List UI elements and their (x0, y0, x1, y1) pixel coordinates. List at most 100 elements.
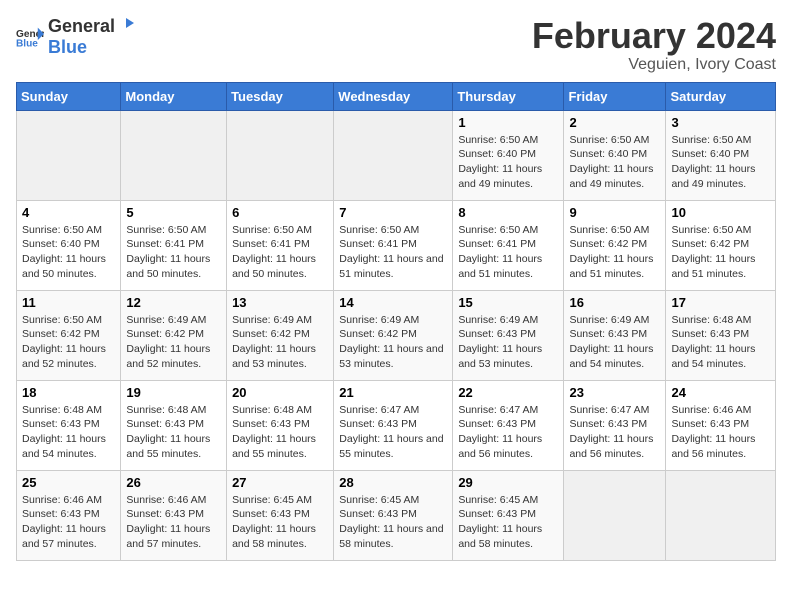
weekday-header-tuesday: Tuesday (227, 82, 334, 110)
calendar-cell (334, 110, 453, 200)
calendar-cell: 8Sunrise: 6:50 AMSunset: 6:41 PMDaylight… (453, 200, 564, 290)
calendar-cell: 28 Sunrise: 6:45 AMSunset: 6:43 PMDayligh… (334, 470, 453, 560)
day-info: Sunrise: 6:48 AMSunset: 6:43 PMDaylight:… (22, 403, 115, 462)
day-number: 12 (126, 295, 221, 310)
day-info: Sunrise: 6:49 AMSunset: 6:43 PMDaylight:… (458, 313, 558, 372)
weekday-header-monday: Monday (121, 82, 227, 110)
day-info: Sunrise: 6:48 AMSunset: 6:43 PMDaylight:… (232, 403, 328, 462)
day-info: Sunrise: 6:49 AMSunset: 6:42 PMDaylight:… (232, 313, 328, 372)
weekday-header-friday: Friday (564, 82, 666, 110)
calendar-cell: 18 Sunrise: 6:48 AMSunset: 6:43 PMDayligh… (17, 380, 121, 470)
calendar-cell: 4Sunrise: 6:50 AMSunset: 6:40 PMDaylight… (17, 200, 121, 290)
svg-text:Blue: Blue (16, 38, 38, 48)
day-number: 28 (339, 475, 447, 490)
day-number: 18 (22, 385, 115, 400)
day-info: Sunrise: 6:48 AMSunset: 6:43 PMDaylight:… (671, 313, 770, 372)
calendar-cell: 13 Sunrise: 6:49 AMSunset: 6:42 PMDayligh… (227, 290, 334, 380)
day-number: 13 (232, 295, 328, 310)
calendar-cell (227, 110, 334, 200)
calendar-cell: 24 Sunrise: 6:46 AMSunset: 6:43 PMDayligh… (666, 380, 776, 470)
calendar-title: February 2024 (532, 16, 776, 56)
day-number: 7 (339, 205, 447, 220)
day-number: 29 (458, 475, 558, 490)
day-number: 19 (126, 385, 221, 400)
calendar-cell (666, 470, 776, 560)
day-info: Sunrise: 6:50 AMSunset: 6:41 PMDaylight:… (232, 223, 328, 282)
weekday-header-thursday: Thursday (453, 82, 564, 110)
logo-blue-text: Blue (48, 37, 135, 58)
title-area: February 2024 Veguien, Ivory Coast (532, 16, 776, 74)
calendar-cell: 20 Sunrise: 6:48 AMSunset: 6:43 PMDayligh… (227, 380, 334, 470)
day-number: 3 (671, 115, 770, 130)
day-info: Sunrise: 6:50 AMSunset: 6:41 PMDaylight:… (458, 223, 558, 282)
calendar-cell: 3Sunrise: 6:50 AMSunset: 6:40 PMDaylight… (666, 110, 776, 200)
calendar-week-row: 25 Sunrise: 6:46 AMSunset: 6:43 PMDayligh… (17, 470, 776, 560)
calendar-cell: 16 Sunrise: 6:49 AMSunset: 6:43 PMDayligh… (564, 290, 666, 380)
calendar-cell: 2 Sunrise: 6:50 AMSunset: 6:40 PMDaylight… (564, 110, 666, 200)
day-info: Sunrise: 6:45 AMSunset: 6:43 PMDaylight:… (232, 493, 328, 552)
day-info: Sunrise: 6:50 AMSunset: 6:40 PMDaylight:… (458, 133, 558, 192)
calendar-cell: 10Sunrise: 6:50 AMSunset: 6:42 PMDayligh… (666, 200, 776, 290)
day-info: Sunrise: 6:50 AMSunset: 6:42 PMDaylight:… (22, 313, 115, 372)
day-info: Sunrise: 6:48 AMSunset: 6:43 PMDaylight:… (126, 403, 221, 462)
day-number: 25 (22, 475, 115, 490)
day-info: Sunrise: 6:50 AMSunset: 6:40 PMDaylight:… (569, 133, 660, 192)
day-number: 14 (339, 295, 447, 310)
day-number: 2 (569, 115, 660, 130)
day-info: Sunrise: 6:49 AMSunset: 6:42 PMDaylight:… (126, 313, 221, 372)
calendar-cell: 12 Sunrise: 6:49 AMSunset: 6:42 PMDayligh… (121, 290, 227, 380)
day-info: Sunrise: 6:50 AMSunset: 6:42 PMDaylight:… (569, 223, 660, 282)
day-number: 23 (569, 385, 660, 400)
day-number: 17 (671, 295, 770, 310)
day-info: Sunrise: 6:46 AMSunset: 6:43 PMDaylight:… (671, 403, 770, 462)
logo: General Blue General Blue (16, 16, 135, 58)
day-info: Sunrise: 6:49 AMSunset: 6:43 PMDaylight:… (569, 313, 660, 372)
calendar-cell: 17 Sunrise: 6:48 AMSunset: 6:43 PMDayligh… (666, 290, 776, 380)
calendar-cell: 11 Sunrise: 6:50 AMSunset: 6:42 PMDayligh… (17, 290, 121, 380)
day-number: 16 (569, 295, 660, 310)
day-number: 22 (458, 385, 558, 400)
day-info: Sunrise: 6:50 AMSunset: 6:41 PMDaylight:… (126, 223, 221, 282)
calendar-subtitle: Veguien, Ivory Coast (532, 56, 776, 74)
day-info: Sunrise: 6:46 AMSunset: 6:43 PMDaylight:… (126, 493, 221, 552)
day-info: Sunrise: 6:47 AMSunset: 6:43 PMDaylight:… (458, 403, 558, 462)
weekday-header-sunday: Sunday (17, 82, 121, 110)
calendar-cell: 14 Sunrise: 6:49 AMSunset: 6:42 PMDayligh… (334, 290, 453, 380)
calendar-cell: 9Sunrise: 6:50 AMSunset: 6:42 PMDaylight… (564, 200, 666, 290)
calendar-cell (564, 470, 666, 560)
logo-flag-icon (116, 18, 134, 32)
logo-icon: General Blue (16, 26, 44, 48)
calendar-week-row: 4Sunrise: 6:50 AMSunset: 6:40 PMDaylight… (17, 200, 776, 290)
weekday-header-saturday: Saturday (666, 82, 776, 110)
calendar-cell: 23Sunrise: 6:47 AMSunset: 6:43 PMDayligh… (564, 380, 666, 470)
day-number: 27 (232, 475, 328, 490)
calendar-cell (17, 110, 121, 200)
calendar-week-row: 1 Sunrise: 6:50 AMSunset: 6:40 PMDaylight… (17, 110, 776, 200)
calendar-cell: 5 Sunrise: 6:50 AMSunset: 6:41 PMDaylight… (121, 200, 227, 290)
page-header: General Blue General Blue February 2024 … (16, 16, 776, 74)
calendar-week-row: 11 Sunrise: 6:50 AMSunset: 6:42 PMDayligh… (17, 290, 776, 380)
calendar-cell (121, 110, 227, 200)
calendar-cell: 6Sunrise: 6:50 AMSunset: 6:41 PMDaylight… (227, 200, 334, 290)
day-info: Sunrise: 6:45 AMSunset: 6:43 PMDaylight:… (458, 493, 558, 552)
day-info: Sunrise: 6:50 AMSunset: 6:42 PMDaylight:… (671, 223, 770, 282)
day-number: 24 (671, 385, 770, 400)
calendar-cell: 29 Sunrise: 6:45 AMSunset: 6:43 PMDayligh… (453, 470, 564, 560)
calendar-cell: 25Sunrise: 6:46 AMSunset: 6:43 PMDayligh… (17, 470, 121, 560)
day-number: 11 (22, 295, 115, 310)
calendar-week-row: 18 Sunrise: 6:48 AMSunset: 6:43 PMDayligh… (17, 380, 776, 470)
day-number: 1 (458, 115, 558, 130)
calendar-cell: 15Sunrise: 6:49 AMSunset: 6:43 PMDayligh… (453, 290, 564, 380)
day-number: 26 (126, 475, 221, 490)
day-info: Sunrise: 6:45 AMSunset: 6:43 PMDaylight:… (339, 493, 447, 552)
calendar-cell: 22 Sunrise: 6:47 AMSunset: 6:43 PMDayligh… (453, 380, 564, 470)
calendar-cell: 7Sunrise: 6:50 AMSunset: 6:41 PMDaylight… (334, 200, 453, 290)
day-info: Sunrise: 6:49 AMSunset: 6:42 PMDaylight:… (339, 313, 447, 372)
day-number: 21 (339, 385, 447, 400)
calendar-cell: 1 Sunrise: 6:50 AMSunset: 6:40 PMDaylight… (453, 110, 564, 200)
weekday-header-row: SundayMondayTuesdayWednesdayThursdayFrid… (17, 82, 776, 110)
day-number: 20 (232, 385, 328, 400)
day-number: 5 (126, 205, 221, 220)
day-info: Sunrise: 6:47 AMSunset: 6:43 PMDaylight:… (339, 403, 447, 462)
calendar-table: SundayMondayTuesdayWednesdayThursdayFrid… (16, 82, 776, 561)
